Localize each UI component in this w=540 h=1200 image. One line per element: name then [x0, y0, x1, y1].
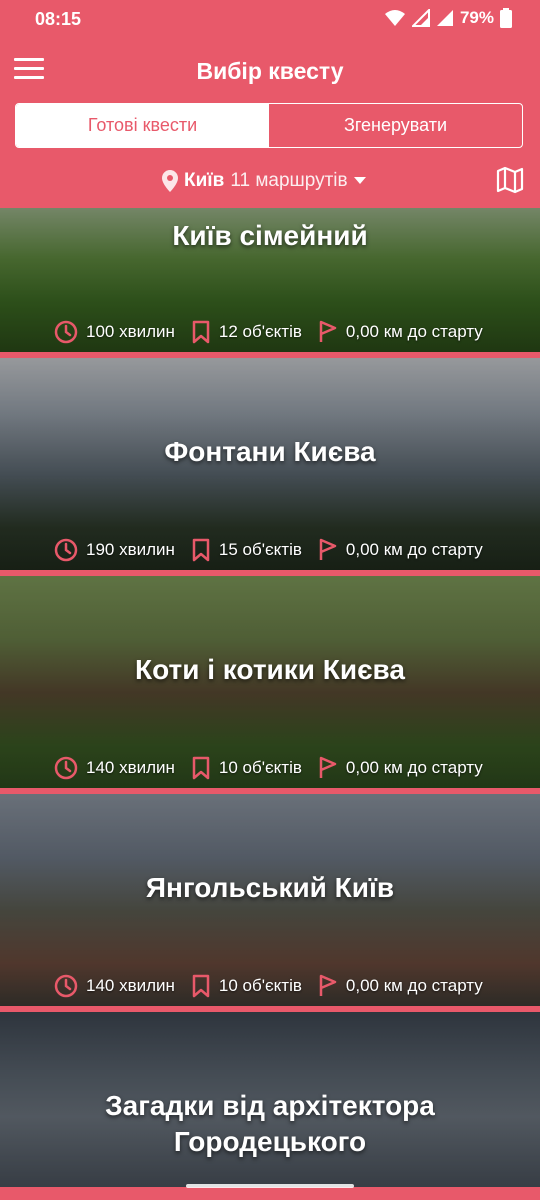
quest-meta: 140 хвилин 10 об'єктів 0,00 км до старту [54, 974, 499, 998]
quest-duration: 190 хвилин [86, 540, 175, 559]
bookmark-icon [192, 756, 210, 780]
quest-distance: 0,00 км до старту [345, 322, 483, 341]
quest-objects: 12 об'єктів [218, 322, 302, 341]
wifi-icon [384, 10, 405, 26]
quest-meta: 140 хвилин 10 об'єктів 0,00 км до старту [54, 756, 499, 780]
status-bar: 08:15 79% [0, 0, 540, 40]
quest-card[interactable]: Коти і котики Києва 140 хвилин 10 об'єкт… [0, 576, 540, 788]
quest-title: Фонтани Києва [164, 436, 376, 467]
battery-percent: 79% [459, 8, 494, 27]
clock-icon [54, 974, 78, 998]
route-count: 11 маршрутів [230, 170, 348, 191]
tab-generate[interactable]: Згенерувати [269, 104, 522, 147]
quest-card[interactable]: Київ сімейний 100 хвилин 12 об'єктів 0,0… [0, 208, 540, 352]
flag-icon [319, 320, 337, 342]
quest-objects: 10 об'єктів [218, 976, 302, 995]
quest-meta: 100 хвилин 12 об'єктів 0,00 км до старту [54, 320, 499, 344]
battery-icon [500, 8, 512, 28]
app-bar: Вибір квесту [0, 40, 540, 102]
quest-duration: 100 хвилин [86, 322, 175, 341]
quest-title: Загадки від архітектора Городецького [105, 1090, 435, 1157]
quest-meta: 190 хвилин 15 об'єктів 0,00 км до старту [54, 538, 499, 562]
bookmark-icon [192, 320, 210, 344]
quest-objects: 15 об'єктів [218, 540, 302, 559]
flag-icon [319, 756, 337, 778]
quest-title: Янгольський Київ [145, 872, 395, 903]
quest-card[interactable]: Загадки від архітектора Городецького [0, 1012, 540, 1187]
status-icons: 79% [384, 8, 512, 28]
city-name: Київ [184, 170, 225, 191]
signal-icon [411, 9, 430, 27]
quest-objects: 10 об'єктів [218, 758, 302, 777]
status-time: 08:15 [35, 9, 82, 29]
clock-icon [54, 538, 78, 562]
page-title: Вибір квесту [196, 58, 344, 84]
quest-duration: 140 хвилин [86, 976, 175, 995]
tab-bar: Готові квести Згенерувати [15, 103, 523, 148]
city-selector[interactable]: Київ 11 маршрутів [162, 170, 366, 192]
quest-title: Коти і котики Києва [135, 654, 405, 685]
location-pin-icon [162, 170, 178, 192]
quest-title: Київ сімейний [172, 220, 368, 251]
quest-card[interactable]: Янгольський Київ 140 хвилин 10 об'єктів … [0, 794, 540, 1006]
map-icon[interactable] [496, 166, 524, 194]
flag-icon [319, 974, 337, 996]
quest-distance: 0,00 км до старту [345, 976, 483, 995]
city-row: Київ 11 маршрутів [0, 160, 540, 206]
quest-card[interactable]: Фонтани Києва 190 хвилин 15 об'єктів 0,0… [0, 358, 540, 570]
quest-distance: 0,00 км до старту [345, 540, 483, 559]
chevron-down-icon [353, 177, 366, 184]
flag-icon [319, 538, 337, 560]
quest-list: Київ сімейний 100 хвилин 12 об'єктів 0,0… [0, 208, 540, 1187]
clock-icon [54, 320, 78, 344]
signal-icon-2 [436, 10, 453, 26]
quest-duration: 140 хвилин [86, 758, 175, 777]
clock-icon [54, 756, 78, 780]
home-indicator[interactable] [186, 1184, 354, 1188]
bookmark-icon [192, 538, 210, 562]
tab-ready-quests[interactable]: Готові квести [16, 104, 269, 147]
quest-distance: 0,00 км до старту [345, 758, 483, 777]
bookmark-icon [192, 974, 210, 998]
